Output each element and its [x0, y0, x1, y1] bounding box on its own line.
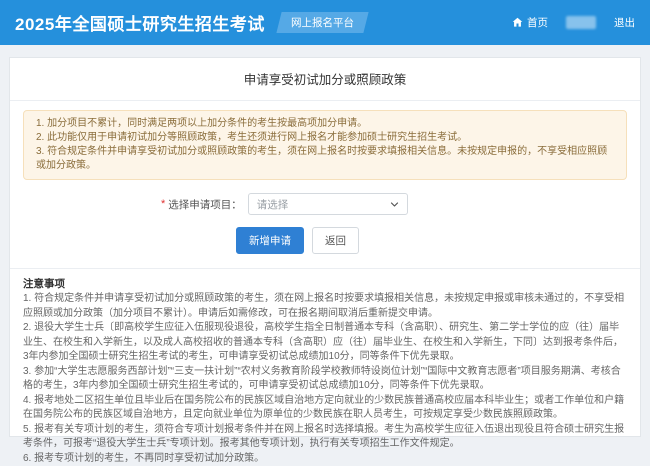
add-application-button[interactable]: 新增申请	[236, 227, 304, 254]
home-icon	[512, 17, 523, 28]
note-item: 1. 符合规定条件并申请享受初试加分或照顾政策的考生，须在网上报名时按要求填报相…	[23, 292, 627, 321]
alert-line: 3. 符合规定条件并申请享受初试加分或照顾政策的考生，须在网上报名时按要求填报相…	[36, 145, 614, 173]
platform-badge: 网上报名平台	[276, 12, 368, 33]
alert-line: 2. 此功能仅用于申请初试加分等照顾政策，考生还须进行网上报名才能参加硕士研究生…	[36, 131, 614, 145]
select-current-value: 请选择	[257, 197, 289, 212]
nav-home-label: 首页	[527, 15, 548, 30]
app-header: 2025年全国硕士研究生招生考试 网上报名平台 首页 退出	[0, 0, 650, 45]
alert-line: 1. 加分项目不累计，同时满足两项以上加分条件的考生按最高项加分申请。	[36, 117, 614, 131]
platform-badge-label: 网上报名平台	[291, 15, 354, 30]
required-asterisk: *	[161, 198, 165, 210]
note-item: 6. 报考专项计划的考生，不再同时享受初试加分政策。	[23, 452, 627, 466]
policy-warning-alert: 1. 加分项目不累计，同时满足两项以上加分条件的考生按最高项加分申请。 2. 此…	[23, 110, 627, 180]
notes-heading: 注意事项	[23, 276, 627, 292]
notes-section: 注意事项 1. 符合规定条件并申请享受初试加分或照顾政策的考生，须在网上报名时按…	[10, 269, 640, 466]
nav-logout[interactable]: 退出	[614, 15, 635, 30]
note-item: 3. 参加“大学生志愿服务西部计划”“三支一扶计划”“农村义务教育阶段学校教师特…	[23, 365, 627, 394]
application-item-label: 选择申请项目：	[168, 197, 242, 212]
note-item: 2. 退役大学生士兵〔即高校学生应征入伍服现役退役，高校学生指全日制普通本专科（…	[23, 321, 627, 365]
chevron-down-icon	[390, 200, 399, 209]
page-title: 申请享受初试加分或照顾政策	[10, 58, 640, 101]
back-button[interactable]: 返回	[312, 227, 359, 254]
header-nav: 首页 退出	[512, 15, 635, 30]
application-item-select[interactable]: 请选择	[248, 193, 408, 215]
application-item-form-row: * 选择申请项目： 请选择	[161, 193, 640, 215]
note-item: 5. 报考有关专项计划的考生，须符合专项计划报考条件并在网上报名时选择填报。考生…	[23, 423, 627, 452]
note-item: 4. 报考地处二区招生单位且毕业后在国务院公布的民族区域自治地方定向就业的少数民…	[23, 394, 627, 423]
app-title: 2025年全国硕士研究生招生考试	[15, 10, 265, 35]
username-redacted[interactable]	[566, 16, 596, 29]
main-card: 申请享受初试加分或照顾政策 1. 加分项目不累计，同时满足两项以上加分条件的考生…	[9, 57, 641, 437]
nav-home[interactable]: 首页	[512, 15, 548, 30]
form-actions: 新增申请 返回	[236, 227, 640, 254]
